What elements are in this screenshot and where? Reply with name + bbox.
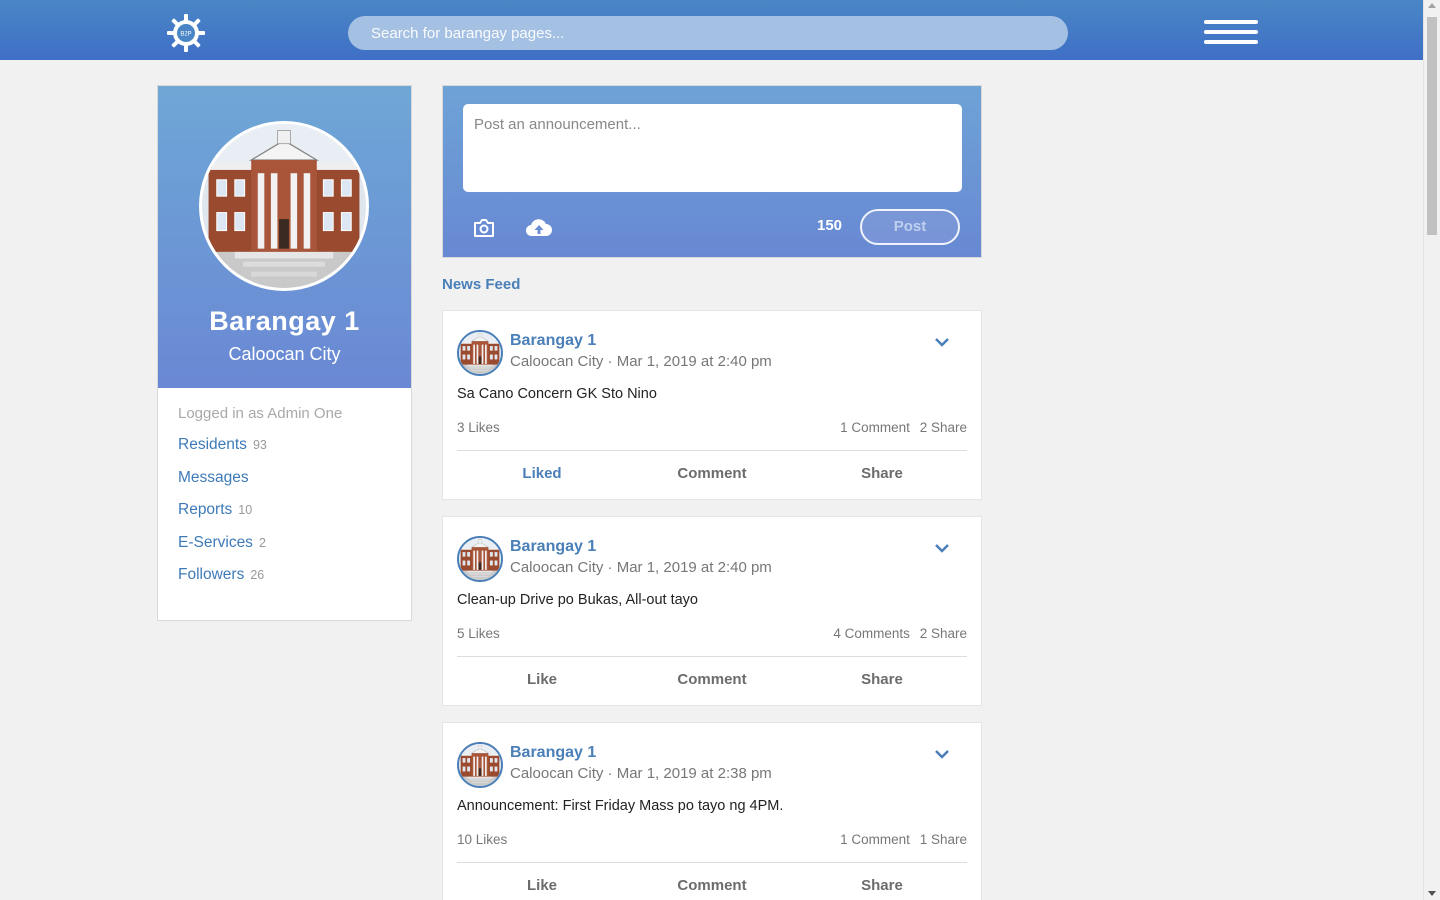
scroll-thumb[interactable] [1427,17,1437,235]
menu-item-followers[interactable]: Followers 26 [178,566,391,599]
post-comments-count[interactable]: 1 Comment [840,420,910,435]
menu-item-label: Messages [178,468,249,486]
profile-avatar[interactable] [199,121,369,291]
search-placeholder: Search for barangay pages... [371,24,565,42]
comment-button[interactable]: Comment [627,451,797,499]
post-author[interactable]: Barangay 1 [510,538,596,556]
post-shares-count[interactable]: 2 Share [920,420,967,435]
post-actions: Liked Comment Share [457,451,967,499]
post-stats: 4 Comments 2 Share [827,626,967,641]
menu-item-label: E-Services [178,533,253,551]
comment-button[interactable]: Comment [627,863,797,900]
post-avatar[interactable] [457,536,503,582]
post-shares-count[interactable]: 2 Share [920,626,967,641]
camera-icon[interactable] [473,218,495,238]
post-stats: 1 Comment 2 Share [834,420,967,435]
share-button[interactable]: Share [797,657,967,705]
page-scrollbar[interactable] [1423,0,1440,900]
chevron-down-icon[interactable] [933,747,951,761]
post-text: Clean-up Drive po Bukas, All-out tayo [457,592,698,608]
top-navbar: B2P Search for barangay pages... [0,0,1423,60]
post-meta: Caloocan City · Mar 1, 2019 at 2:38 pm [510,765,772,782]
share-button[interactable]: Share [797,863,967,900]
post-button[interactable]: Post [860,209,960,245]
profile-header: Barangay 1 Caloocan City [158,86,411,388]
like-button[interactable]: Liked [457,451,627,499]
news-feed-title: News Feed [442,276,521,293]
post-avatar[interactable] [457,330,503,376]
post-avatar[interactable] [457,742,503,788]
chevron-down-icon[interactable] [933,541,951,555]
post-likes-count[interactable]: 5 Likes [457,626,500,641]
profile-city: Caloocan City [228,344,341,364]
scroll-down-arrow-icon[interactable] [1428,891,1436,896]
menu-item-label: Residents [178,436,247,453]
comment-button[interactable]: Comment [627,657,797,705]
profile-name: Barangay 1 [209,306,360,336]
search-input[interactable]: Search for barangay pages... [348,16,1068,50]
menu-item-count: 10 [238,503,253,517]
feed-post: Barangay 1 Caloocan City · Mar 1, 2019 a… [442,310,982,500]
menu-item-count: 26 [250,568,265,582]
post-actions: Like Comment Share [457,863,967,900]
menu-item-residents[interactable]: Residents 93 [178,436,391,469]
post-comments-count[interactable]: 4 Comments [833,626,910,641]
post-shares-count[interactable]: 1 Share [920,832,967,847]
post-text: Announcement: First Friday Mass po tayo … [457,798,784,814]
logo-text: B2P [180,32,191,38]
character-count: 150 [817,217,843,234]
app-logo[interactable]: B2P [165,12,207,54]
post-comments-count[interactable]: 1 Comment [840,832,910,847]
like-button[interactable]: Like [457,863,627,900]
hamburger-menu-icon[interactable] [1204,20,1258,48]
compose-box: Post an announcement... 150 Post [442,85,982,258]
menu-item-label: Reports [178,501,233,518]
share-button[interactable]: Share [797,451,967,499]
upload-cloud-icon[interactable] [525,216,553,240]
logged-in-label: Logged in as Admin One [178,405,343,422]
post-actions: Like Comment Share [457,657,967,705]
chevron-down-icon[interactable] [933,335,951,349]
feed-post: Barangay 1 Caloocan City · Mar 1, 2019 a… [442,722,982,900]
like-button[interactable]: Like [457,657,627,705]
menu-item-reports[interactable]: Reports 10 [178,501,391,534]
announcement-placeholder: Post an announcement... [474,116,641,133]
menu-item-messages[interactable]: Messages [178,469,391,502]
post-likes-count[interactable]: 10 Likes [457,832,507,847]
post-meta: Caloocan City · Mar 1, 2019 at 2:40 pm [510,353,772,370]
announcement-input[interactable]: Post an announcement... [463,104,962,192]
post-meta: Caloocan City · Mar 1, 2019 at 2:40 pm [510,559,772,576]
menu-item-e-services[interactable]: E-Services 2 [178,534,391,567]
menu-item-label: Followers [178,566,245,583]
post-text: Sa Cano Concern GK Sto Nino [457,386,657,402]
profile-menu: Logged in as Admin One Residents 93 Mess… [158,388,411,599]
post-author[interactable]: Barangay 1 [510,744,596,762]
post-stats: 1 Comment 1 Share [834,832,967,847]
profile-card: Barangay 1 Caloocan City Logged in as Ad… [157,85,412,621]
post-author[interactable]: Barangay 1 [510,332,596,350]
menu-item-count: 2 [258,535,266,550]
post-likes-count[interactable]: 3 Likes [457,420,500,435]
menu-item-count: 93 [252,438,267,452]
feed-post: Barangay 1 Caloocan City · Mar 1, 2019 a… [442,516,982,706]
scroll-up-arrow-icon[interactable] [1428,3,1436,8]
